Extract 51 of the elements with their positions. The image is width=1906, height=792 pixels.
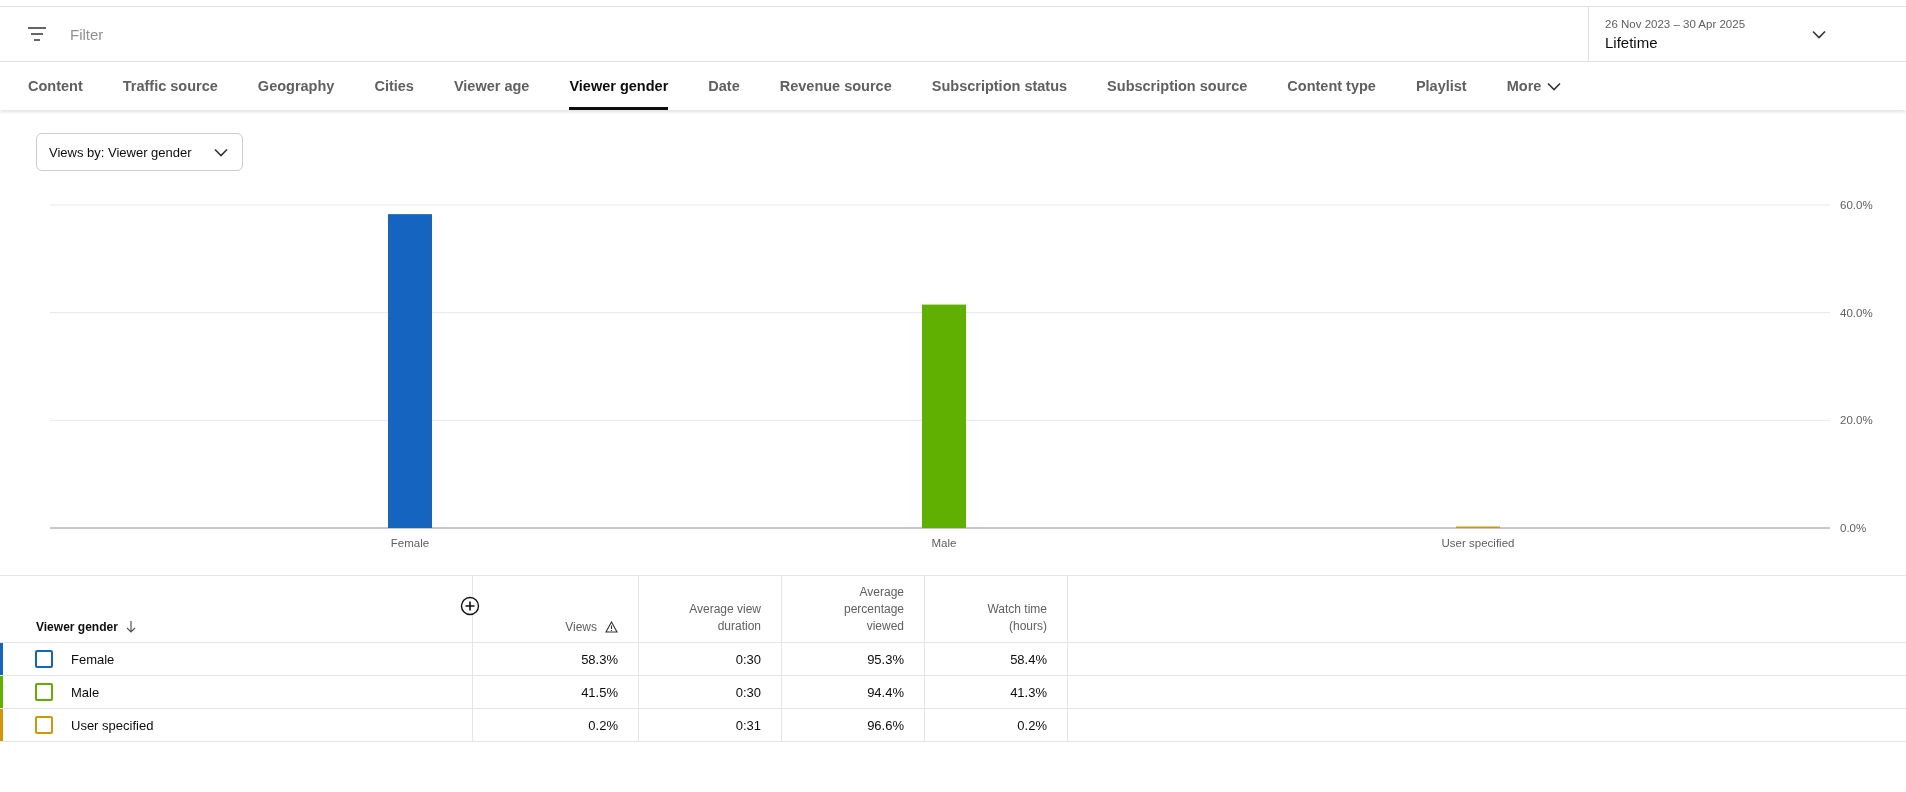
tab[interactable]: Traffic source xyxy=(122,62,218,110)
table-cell: 95.3% xyxy=(781,642,925,676)
table-cell: 0:30 xyxy=(638,642,782,676)
tab[interactable]: Viewer gender xyxy=(569,62,669,110)
table-cell: 0:30 xyxy=(638,675,782,709)
warning-icon xyxy=(605,621,618,634)
tab[interactable]: Date xyxy=(708,62,740,110)
table-cell: 58.4% xyxy=(924,642,1068,676)
column-header[interactable]: Average view duration xyxy=(671,600,761,635)
filter-icon[interactable] xyxy=(28,27,46,41)
axis-tick-label: 60.0% xyxy=(1840,199,1873,211)
column-header[interactable]: Views xyxy=(565,620,597,635)
table-cell: 94.4% xyxy=(781,675,925,709)
column-header[interactable]: Watch time (hours) xyxy=(957,600,1047,635)
table-cell: 0.2% xyxy=(472,708,639,742)
tab[interactable]: Subscription status xyxy=(931,62,1068,110)
checkbox[interactable] xyxy=(35,716,53,735)
column-header[interactable]: Viewer gender xyxy=(36,620,118,635)
tab[interactable]: Revenue source xyxy=(779,62,892,110)
axis-category-label: User specified xyxy=(1441,537,1515,549)
tab[interactable]: Content xyxy=(28,62,83,110)
chevron-down-icon xyxy=(1547,81,1562,91)
table-cell: 96.6% xyxy=(781,708,925,742)
row-label: User specified xyxy=(71,717,154,733)
table-cell: 41.5% xyxy=(472,675,639,709)
checkbox[interactable] xyxy=(35,683,53,702)
tab[interactable]: Subscription source xyxy=(1107,62,1248,110)
more-tab[interactable]: More xyxy=(1506,62,1562,110)
table-cell: 58.3% xyxy=(472,642,639,676)
axis-category-label: Female xyxy=(390,537,430,549)
metric-dropdown[interactable]: Views by: Viewer gender xyxy=(36,133,243,171)
row-label: Female xyxy=(71,651,115,667)
tab[interactable]: Playlist xyxy=(1415,62,1467,110)
table-cell: 41.3% xyxy=(924,675,1068,709)
tab[interactable]: Geography xyxy=(257,62,335,110)
axis-tick-label: 20.0% xyxy=(1840,414,1873,427)
row-label: Male xyxy=(71,684,100,700)
axis-category-label: Male xyxy=(931,537,957,549)
tab[interactable]: Viewer age xyxy=(453,62,530,110)
checkbox[interactable] xyxy=(35,650,53,669)
axis-tick-label: 40.0% xyxy=(1840,306,1873,319)
add-column-icon[interactable] xyxy=(460,596,480,616)
table-cell: 0:31 xyxy=(638,708,782,742)
chevron-down-icon xyxy=(213,147,228,157)
column-header[interactable]: Average percentage viewed xyxy=(834,584,904,635)
tab[interactable]: Content type xyxy=(1287,62,1376,110)
sort-arrow-icon[interactable] xyxy=(125,621,136,634)
axis-tick-label: 0.0% xyxy=(1840,522,1867,534)
chevron-down-icon xyxy=(1812,29,1826,39)
table-cell: 0.2% xyxy=(924,708,1068,742)
tab[interactable]: Cities xyxy=(374,62,414,110)
